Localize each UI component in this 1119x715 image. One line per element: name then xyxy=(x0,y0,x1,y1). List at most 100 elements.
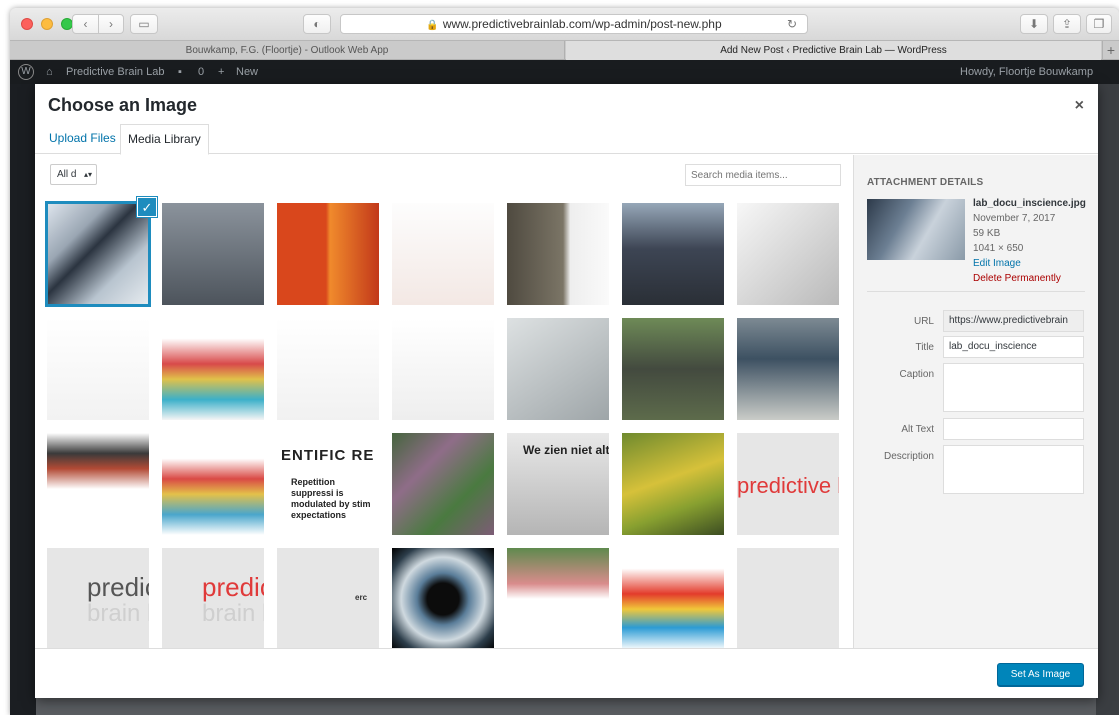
plus-icon[interactable]: + xyxy=(218,66,224,78)
nav-buttons: ‹ › xyxy=(72,14,124,34)
media-item-caption: We zien niet alt xyxy=(523,443,609,457)
minimize-window-button[interactable] xyxy=(41,18,53,30)
tab-outlook[interactable]: Bouwkamp, F.G. (Floortje) - Outlook Web … xyxy=(10,41,565,60)
media-item[interactable]: We zien niet alt xyxy=(507,433,609,535)
window-controls xyxy=(21,18,73,30)
attachment-details-panel: Attachment Details lab_docu_inscience.jp… xyxy=(853,155,1098,648)
tab-upload-files[interactable]: Upload Files xyxy=(42,124,123,155)
caption-label: Caption xyxy=(899,369,934,380)
tab-wordpress[interactable]: Add New Post ‹ Predictive Brain Lab — Wo… xyxy=(566,41,1101,60)
modal-tabs: Upload Files Media Library xyxy=(35,124,1098,155)
media-type-filter[interactable]: All d ▴▾ xyxy=(50,164,97,185)
alt-text-label: Alt Text xyxy=(901,424,934,435)
selected-checkmark-icon[interactable]: ✓ xyxy=(137,197,157,217)
delete-permanently-link[interactable]: Delete Permanently xyxy=(973,271,1086,286)
media-item[interactable] xyxy=(162,433,264,535)
media-item[interactable] xyxy=(622,203,724,305)
media-item[interactable] xyxy=(392,203,494,305)
comment-count: 0 xyxy=(198,66,205,78)
title-field[interactable]: lab_docu_inscience xyxy=(943,336,1084,358)
attachment-size: 59 KB xyxy=(973,228,1001,239)
attachment-date: November 7, 2017 xyxy=(973,213,1056,224)
logo-subtext: brain l xyxy=(87,600,149,627)
choose-image-modal: Choose an Image × Upload Files Media Lib… xyxy=(35,84,1098,698)
media-item-caption: predic xyxy=(202,572,264,602)
media-item[interactable] xyxy=(392,433,494,535)
media-item-caption: predictive b xyxy=(737,473,839,498)
media-browser: All d ▴▾ ENTIFIC RE Repetition suppressi i… xyxy=(35,155,853,648)
details-divider xyxy=(867,291,1085,292)
tab-bar: Bouwkamp, F.G. (Floortje) - Outlook Web … xyxy=(10,40,1119,60)
title-label: Title xyxy=(915,342,934,353)
logo-subtext: brain l xyxy=(202,600,264,627)
media-item[interactable] xyxy=(392,548,494,648)
media-item[interactable] xyxy=(737,318,839,420)
downloads-icon[interactable]: ⬇ xyxy=(1020,14,1048,34)
media-item[interactable] xyxy=(392,318,494,420)
media-item[interactable] xyxy=(507,318,609,420)
url-text: www.predictivebrainlab.com/wp-admin/post… xyxy=(442,17,722,31)
media-item[interactable] xyxy=(737,203,839,305)
attachment-details-heading: Attachment Details xyxy=(867,177,984,188)
page-edge xyxy=(1096,84,1119,715)
tab-media-library[interactable]: Media Library xyxy=(120,124,209,155)
privacy-shield-icon[interactable]: ◐ xyxy=(303,14,331,34)
media-item[interactable] xyxy=(622,318,724,420)
howdy-user[interactable]: Howdy, Floortje Bouwkamp xyxy=(960,66,1093,78)
caption-field[interactable] xyxy=(943,363,1084,412)
media-item[interactable] xyxy=(47,433,149,535)
media-item[interactable] xyxy=(47,318,149,420)
attachment-filename: lab_docu_inscience.jpg xyxy=(973,198,1086,209)
select-arrows-icon: ▴▾ xyxy=(83,170,92,179)
tabs-overview-icon[interactable]: ❐ xyxy=(1086,14,1112,34)
media-item[interactable] xyxy=(507,548,609,648)
media-item[interactable] xyxy=(622,433,724,535)
media-item[interactable] xyxy=(162,203,264,305)
alt-text-field[interactable] xyxy=(943,418,1084,440)
attachment-preview-image xyxy=(867,199,965,260)
comment-icon[interactable]: ▪ xyxy=(178,66,182,78)
home-icon[interactable]: ⌂ xyxy=(46,66,53,78)
modal-title: Choose an Image xyxy=(48,95,198,115)
media-item[interactable] xyxy=(277,318,379,420)
new-menu[interactable]: New xyxy=(236,66,258,78)
media-item[interactable] xyxy=(737,548,839,648)
media-item[interactable] xyxy=(162,318,264,420)
media-item[interactable]: predicbrain l xyxy=(162,548,264,648)
url-field[interactable]: https://www.predictivebrain xyxy=(943,310,1084,332)
description-field[interactable] xyxy=(943,445,1084,494)
attachment-meta: lab_docu_inscience.jpg November 7, 2017 … xyxy=(973,196,1086,286)
reload-icon[interactable]: ↻ xyxy=(787,15,797,33)
forward-icon[interactable]: › xyxy=(97,15,123,33)
sidebar-toggle-icon[interactable]: ▭ xyxy=(130,14,158,34)
share-icon[interactable]: ⇪ xyxy=(1053,14,1081,34)
attachment-dimensions: 1041 × 650 xyxy=(973,243,1024,254)
media-item[interactable]: erc xyxy=(277,548,379,648)
wp-admin-bar: W ⌂ Predictive Brain Lab ▪ 0 + New Howdy… xyxy=(10,60,1119,84)
close-icon[interactable]: × xyxy=(1075,97,1084,115)
description-label: Description xyxy=(883,451,934,462)
url-label: URL xyxy=(913,316,934,327)
media-item-caption: ENTIFIC RE xyxy=(281,447,375,464)
site-name[interactable]: Predictive Brain Lab xyxy=(66,66,164,78)
edit-image-link[interactable]: Edit Image xyxy=(973,256,1086,271)
wordpress-logo-icon[interactable]: W xyxy=(18,64,34,80)
media-item[interactable] xyxy=(622,548,724,648)
media-item[interactable] xyxy=(277,203,379,305)
search-media-input[interactable] xyxy=(685,164,841,186)
lock-icon: 🔒 xyxy=(426,20,439,31)
set-as-image-button[interactable]: Set As Image xyxy=(997,663,1084,687)
media-item-caption: predic xyxy=(87,572,149,602)
media-item[interactable] xyxy=(45,201,151,307)
media-item[interactable] xyxy=(507,203,609,305)
back-icon[interactable]: ‹ xyxy=(73,15,98,33)
close-window-button[interactable] xyxy=(21,18,33,30)
media-item-caption: erc xyxy=(355,593,368,602)
media-item[interactable]: predicbrain l xyxy=(47,548,149,648)
media-item[interactable]: ENTIFIC RE Repetition suppressi is modula… xyxy=(277,433,379,535)
media-item[interactable]: predictive b xyxy=(737,433,839,535)
address-bar[interactable]: 🔒 www.predictivebrainlab.com/wp-admin/pos… xyxy=(340,14,808,34)
new-tab-button[interactable]: + xyxy=(1102,41,1119,60)
modal-toolbar: Set As Image xyxy=(35,648,1098,698)
title-bar: ‹ › ▭ ◐ 🔒 www.predictivebrainlab.com/wp-a… xyxy=(10,8,1119,40)
